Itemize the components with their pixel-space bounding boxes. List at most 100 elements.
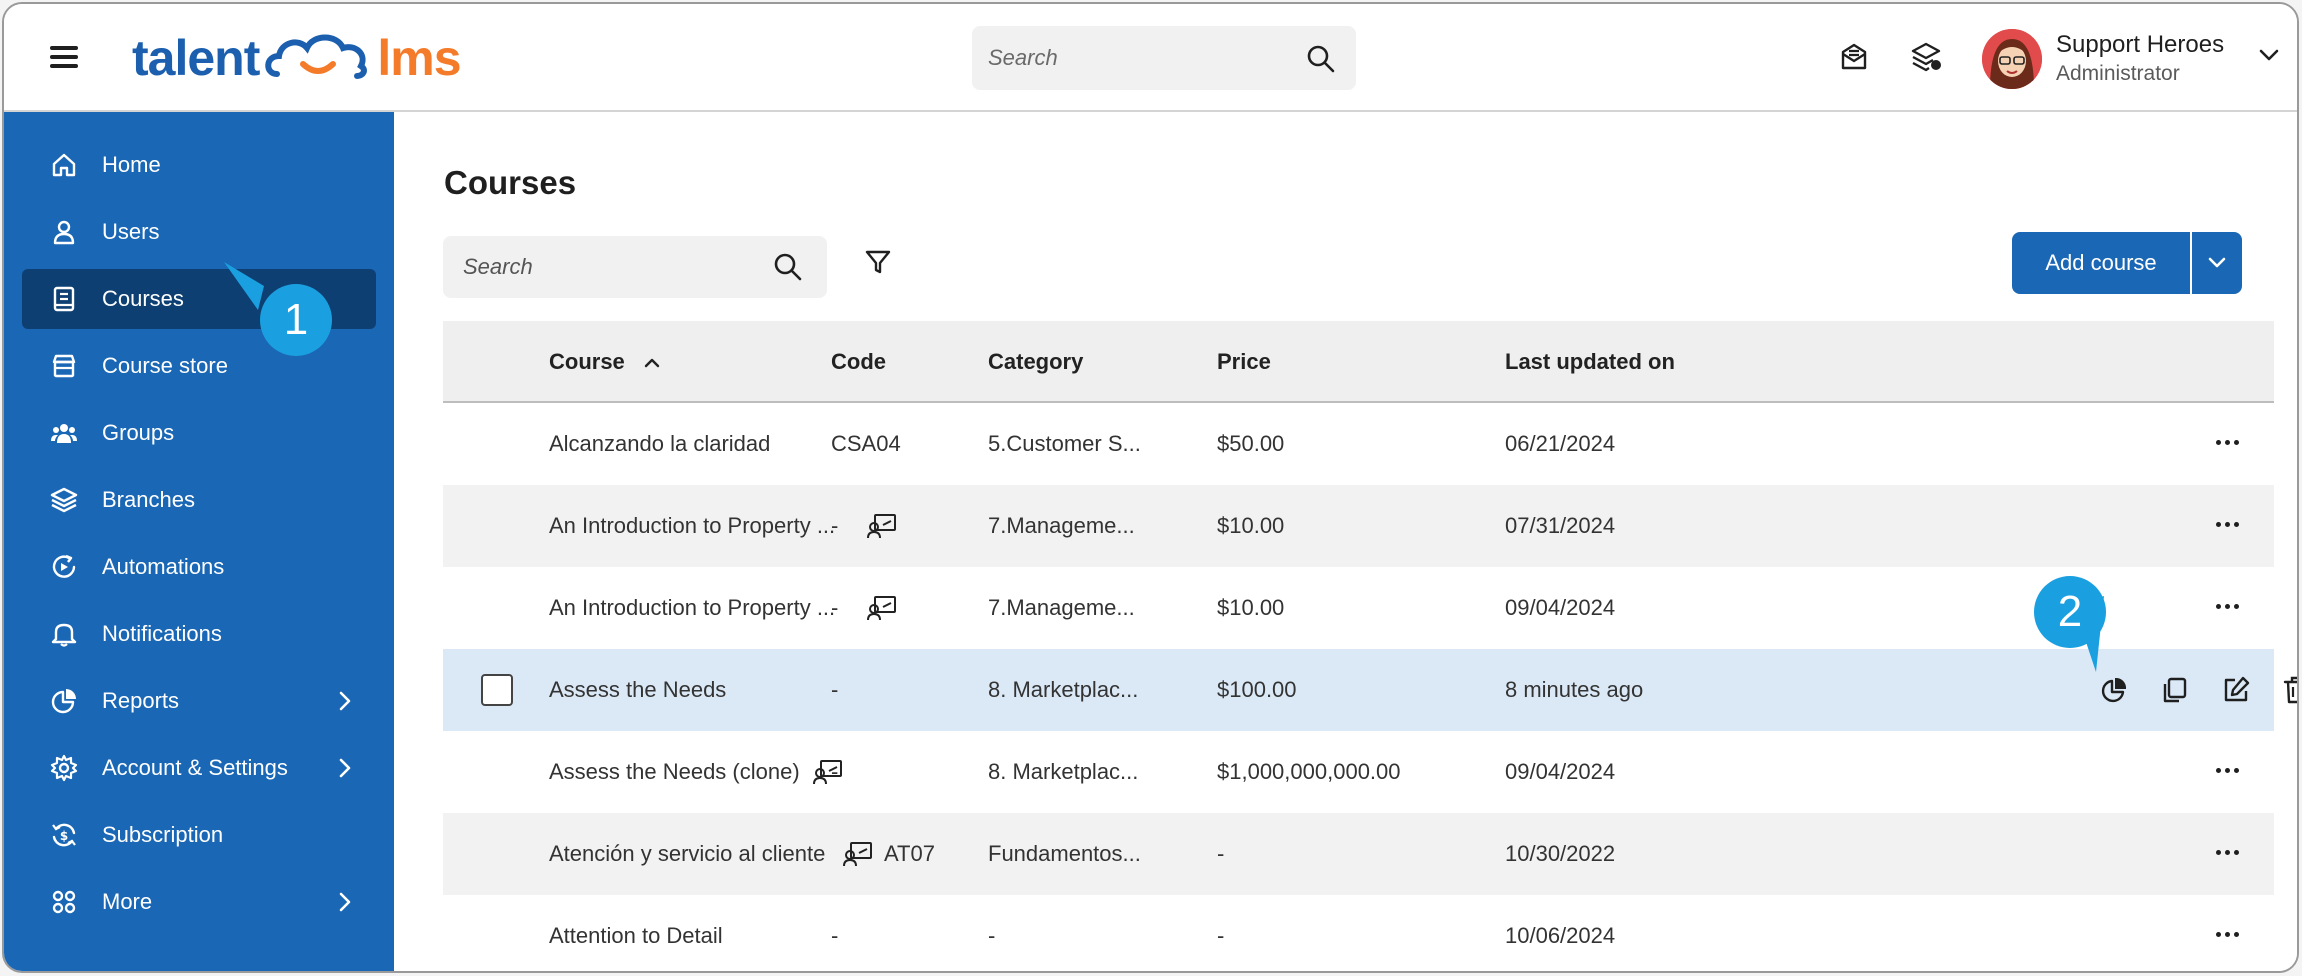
course-category: 5.Customer S... [988, 431, 1141, 456]
sidebar-item-label: Reports [102, 688, 180, 713]
sidebar-item-subscription[interactable]: $ Subscription [22, 805, 376, 865]
more-options-icon[interactable] [2216, 850, 2240, 858]
course-search [443, 236, 827, 298]
main-content: Courses Add course Course Co [394, 112, 2297, 971]
course-updated: 10/06/2024 [1505, 923, 1616, 948]
subscription-icon: $ [52, 823, 76, 847]
instructor-led-icon [867, 514, 896, 539]
filter-icon[interactable] [864, 248, 892, 276]
grid-icon [52, 890, 76, 914]
sort-ascending-icon[interactable] [643, 357, 661, 369]
table-row[interactable]: Assess the Needs (clone) - 8. Marketplac… [443, 731, 2274, 813]
talentlms-logo[interactable]: talent lms [132, 26, 462, 90]
clone-icon[interactable] [2160, 675, 2190, 705]
sidebar-item-automations[interactable]: Automations [22, 537, 376, 597]
sidebar-item-label: Users [102, 219, 160, 244]
course-price: - [1217, 923, 1225, 948]
course-name[interactable]: An Introduction to Property ... [549, 513, 835, 539]
course-name[interactable]: Attention to Detail [549, 923, 723, 949]
sidebar-item-label: Home [102, 152, 161, 177]
course-code: CSA04 [831, 431, 901, 456]
table-row[interactable]: An Introduction to Property ... - 7.Mana… [443, 485, 2274, 567]
instructor-led-icon [843, 842, 872, 867]
sidebar-item-branches[interactable]: Branches [22, 470, 376, 530]
sidebar-item-groups[interactable]: Groups [22, 403, 376, 463]
course-name[interactable]: An Introduction to Property ... [549, 595, 835, 621]
table-row[interactable]: Alcanzando la claridad CSA04 5.Customer … [443, 403, 2274, 485]
course-updated: 06/21/2024 [1505, 431, 1616, 456]
edit-icon[interactable] [2221, 675, 2251, 705]
layers-icon [50, 487, 78, 513]
more-options-icon[interactable] [2216, 522, 2240, 530]
top-bar: talent lms Search Support Heroes Adminis… [4, 4, 2297, 112]
more-options-icon[interactable] [2216, 440, 2240, 448]
global-search-input[interactable] [988, 26, 1288, 90]
course-name[interactable]: Atención y servicio al cliente [549, 841, 825, 867]
column-category[interactable]: Category [988, 349, 1083, 375]
column-course[interactable]: Course [549, 349, 661, 375]
course-name[interactable]: Assess the Needs [549, 677, 726, 703]
sidebar: Home Users Courses Course store Groups B… [4, 112, 394, 971]
table-row-selected[interactable]: Assess the Needs - 8. Marketplac... $100… [443, 649, 2297, 731]
delete-icon[interactable] [2281, 675, 2299, 705]
sidebar-item-more[interactable]: More [22, 872, 376, 932]
instructor-led-icon [867, 596, 896, 621]
messages-icon[interactable] [1837, 40, 1871, 74]
row-checkbox[interactable] [481, 674, 513, 706]
sidebar-item-users[interactable]: Users [22, 202, 376, 262]
course-code: - [831, 513, 839, 538]
column-price[interactable]: Price [1217, 349, 1271, 375]
course-code: - [831, 677, 839, 702]
column-code[interactable]: Code [831, 349, 886, 375]
course-code: - [831, 595, 839, 620]
sidebar-item-notifications[interactable]: Notifications [22, 604, 376, 664]
course-updated: 07/31/2024 [1505, 513, 1616, 538]
search-icon[interactable] [1306, 44, 1336, 74]
add-course-dropdown-button[interactable] [2192, 232, 2242, 294]
more-options-icon[interactable] [2216, 932, 2240, 940]
course-price: - [1217, 841, 1225, 866]
layers-switch-icon[interactable] [1909, 40, 1943, 74]
chevron-down-icon [2208, 257, 2226, 268]
course-category: 8. Marketplac... [988, 759, 1139, 784]
course-price: $10.00 [1217, 513, 1285, 538]
cloud-smile-icon [265, 34, 368, 79]
chevron-down-icon[interactable] [2258, 48, 2280, 62]
callout-step-1: 1 [224, 262, 332, 356]
global-search [972, 26, 1356, 90]
course-name[interactable]: Alcanzando la claridad [549, 431, 770, 457]
course-code: AT07 [884, 841, 935, 866]
chevron-right-icon [339, 758, 351, 778]
automation-icon [52, 554, 76, 578]
course-price: $50.00 [1217, 431, 1285, 456]
add-course-button[interactable]: Add course [2012, 232, 2192, 294]
more-options-icon[interactable] [2216, 768, 2240, 776]
course-price: $10.00 [1217, 595, 1285, 620]
menu-icon[interactable] [50, 46, 78, 68]
sidebar-item-reports[interactable]: Reports [22, 671, 376, 731]
course-category: Fundamentos... [988, 841, 1141, 866]
app-window: talent lms Search Support Heroes Adminis… [2, 2, 2299, 973]
table-row[interactable]: An Introduction to Property ... - 7.Mana… [443, 567, 2274, 649]
search-icon[interactable] [773, 252, 803, 282]
sidebar-item-account-settings[interactable]: Account & Settings [22, 738, 376, 798]
course-category: 8. Marketplac... [988, 677, 1139, 702]
user-icon [53, 220, 75, 245]
store-icon [52, 354, 76, 378]
course-search-input[interactable] [463, 236, 763, 298]
page-title: Courses [444, 164, 577, 201]
more-options-icon[interactable] [2216, 604, 2240, 612]
add-course-split-button: Add course [2012, 232, 2242, 294]
sidebar-item-home[interactable]: Home [22, 135, 376, 195]
sidebar-item-label: Subscription [102, 822, 224, 847]
sidebar-item-label: Branches [102, 487, 195, 512]
user-menu[interactable]: Support Heroes Administrator [1966, 18, 2294, 100]
course-updated: 8 minutes ago [1505, 677, 1644, 702]
course-category: 7.Manageme... [988, 513, 1135, 538]
user-name: Support Heroes [2056, 31, 2225, 58]
table-row[interactable]: Attention to Detail - - - 10/06/2024 [443, 895, 2274, 971]
course-name[interactable]: Assess the Needs (clone) [549, 759, 800, 785]
column-last-updated[interactable]: Last updated on [1505, 349, 1675, 375]
sidebar-item-label: More [102, 889, 153, 914]
table-row[interactable]: Atención y servicio al cliente AT07 Fund… [443, 813, 2274, 895]
